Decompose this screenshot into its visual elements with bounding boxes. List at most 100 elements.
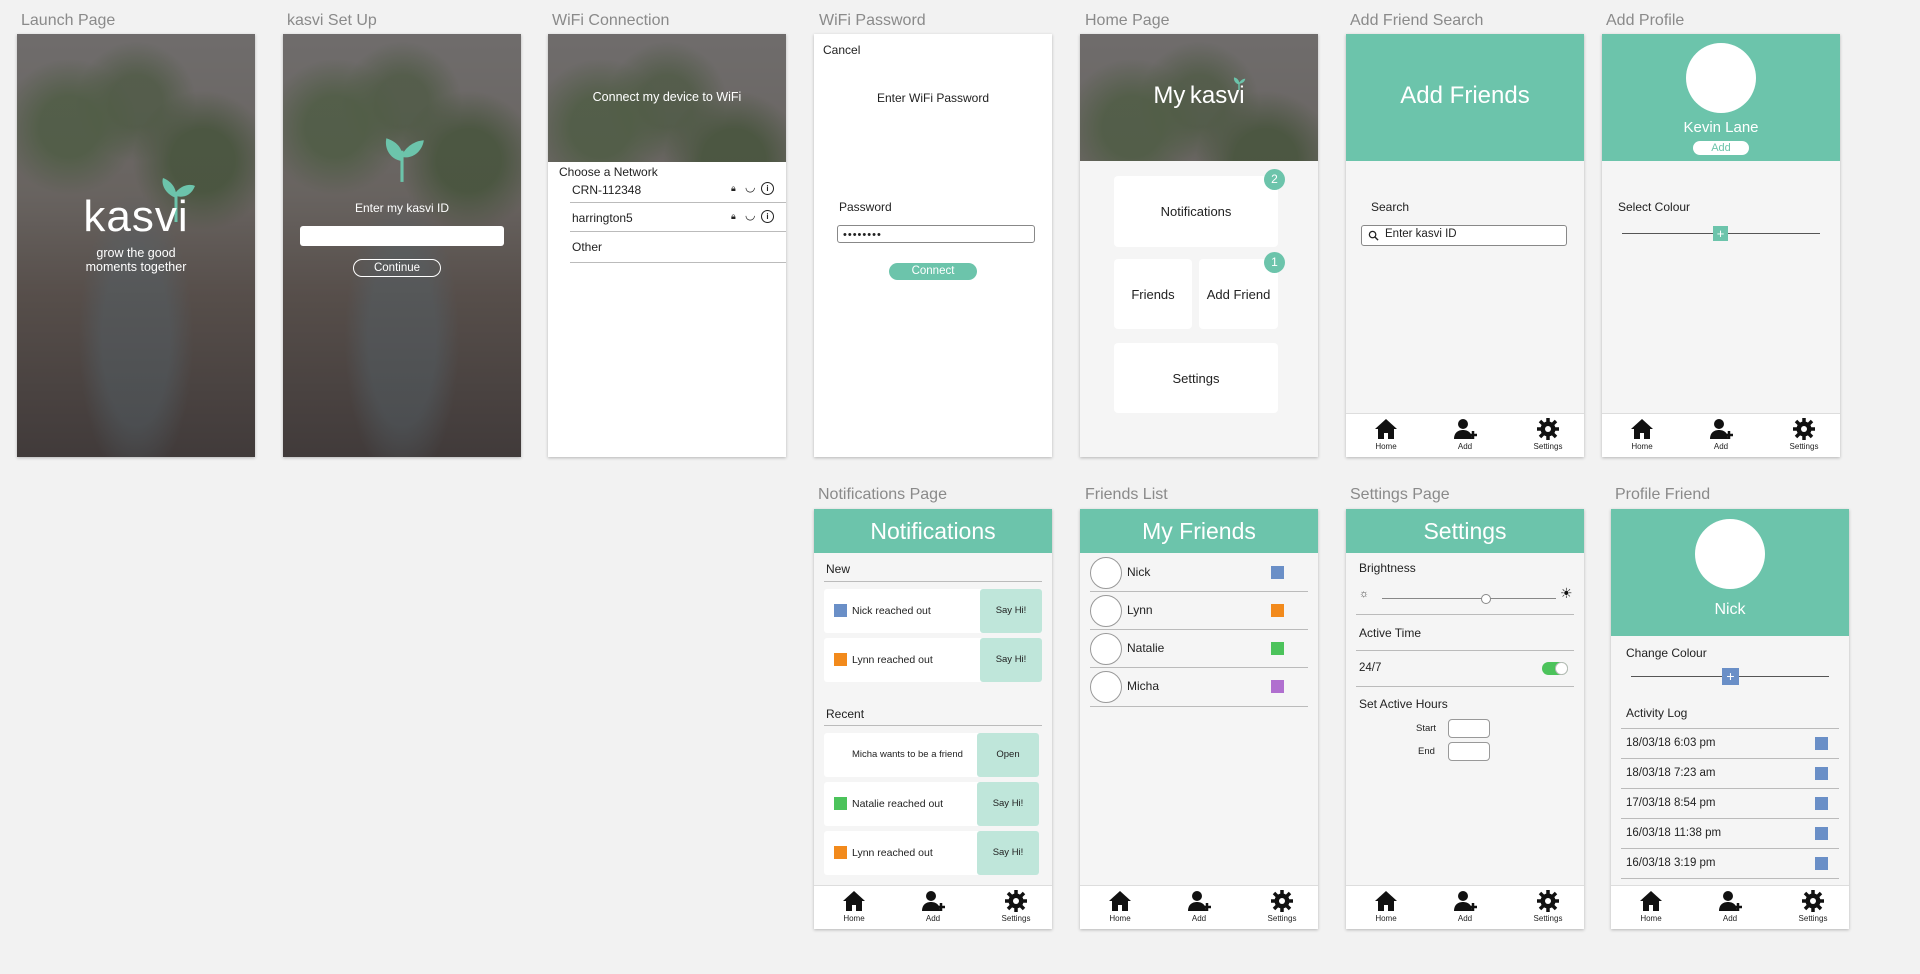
- nav-settings[interactable]: Settings: [1520, 889, 1576, 923]
- start-time-input[interactable]: [1448, 719, 1490, 738]
- say-hi-button[interactable]: Say Hi!: [977, 831, 1039, 875]
- info-icon[interactable]: i: [761, 182, 774, 195]
- brightness-low-icon: ☼: [1359, 588, 1370, 600]
- start-label: Start: [1416, 723, 1437, 734]
- log-color-swatch: [1815, 737, 1828, 750]
- nav-settings[interactable]: Settings: [1776, 417, 1832, 451]
- colour-slider-handle[interactable]: +: [1713, 226, 1728, 241]
- network-row[interactable]: harrington5 🔒︎ ◡ i: [548, 208, 786, 230]
- friend-color-swatch: [834, 653, 847, 666]
- wifi-header: Connect my device to WiFi: [548, 34, 786, 162]
- always-on-toggle[interactable]: [1542, 662, 1568, 675]
- frame-label-wifi: WiFi Connection: [552, 12, 670, 29]
- add-profile-screen: Kevin Lane Add Select Colour + Home Add …: [1602, 34, 1840, 457]
- friend-name: Lynn: [1127, 603, 1153, 617]
- log-timestamp: 18/03/18 6:03 pm: [1626, 737, 1716, 749]
- home-title: My kasvi: [1080, 82, 1318, 110]
- set-active-hours-label: Set Active Hours: [1359, 697, 1448, 711]
- nav-home[interactable]: Home: [1358, 889, 1414, 923]
- log-timestamp: 18/03/18 7:23 am: [1626, 767, 1716, 779]
- nav-settings[interactable]: Settings: [1520, 417, 1576, 451]
- notification-text: Micha wants to be a friend: [852, 749, 963, 760]
- search-field[interactable]: Enter kasvi ID: [1361, 225, 1567, 246]
- leaf-icon: [1233, 77, 1246, 90]
- password-input[interactable]: ••••••••: [837, 225, 1035, 243]
- nav-settings[interactable]: Settings: [1785, 889, 1841, 923]
- nav-home[interactable]: Home: [1092, 889, 1148, 923]
- home-icon: [843, 891, 865, 911]
- kasvi-id-input[interactable]: [300, 226, 504, 246]
- home-icon: [1631, 419, 1653, 439]
- nav-home-label: Home: [1640, 914, 1662, 923]
- colour-slider-handle[interactable]: +: [1722, 668, 1739, 685]
- continue-button[interactable]: Continue: [353, 259, 441, 277]
- frame-label-add-profile: Add Profile: [1606, 12, 1685, 29]
- notifications-card[interactable]: Notifications: [1114, 176, 1278, 247]
- nav-home[interactable]: Home: [826, 889, 882, 923]
- notifications-title: Notifications: [814, 509, 1052, 553]
- nav-settings[interactable]: Settings: [988, 889, 1044, 923]
- nav-settings[interactable]: Settings: [1254, 889, 1310, 923]
- bottom-nav: Home Add Settings: [1080, 885, 1318, 929]
- frame-label-setup: kasvi Set Up: [287, 12, 377, 29]
- nav-home[interactable]: Home: [1614, 417, 1670, 451]
- friend-row[interactable]: Micha: [1080, 668, 1318, 706]
- log-color-swatch: [1815, 797, 1828, 810]
- nav-add[interactable]: Add: [905, 889, 961, 923]
- friend-color-swatch: [1271, 604, 1284, 617]
- new-section-label: New: [826, 562, 851, 576]
- bottom-nav: Home Add Settings: [1346, 885, 1584, 929]
- bottom-nav: Home Add Settings: [1346, 413, 1584, 457]
- nav-home[interactable]: Home: [1623, 889, 1679, 923]
- network-row-other[interactable]: Other: [548, 237, 786, 259]
- settings-card[interactable]: Settings: [1114, 343, 1278, 413]
- network-row[interactable]: CRN-112348 🔒︎ ◡ i: [548, 180, 786, 202]
- search-icon: [1368, 230, 1379, 241]
- frame-label-profile-friend: Profile Friend: [1615, 486, 1711, 503]
- say-hi-button[interactable]: Say Hi!: [980, 589, 1042, 633]
- log-row: 18/03/18 7:23 am: [1611, 759, 1849, 788]
- info-icon[interactable]: i: [761, 210, 774, 223]
- toggle-knob: [1555, 662, 1568, 675]
- nav-home[interactable]: Home: [1358, 417, 1414, 451]
- nav-settings-label: Settings: [1001, 914, 1031, 923]
- friend-row[interactable]: Lynn: [1080, 592, 1318, 630]
- home-header: My kasvi: [1080, 34, 1318, 161]
- nav-add[interactable]: Add: [1693, 417, 1749, 451]
- end-label: End: [1418, 746, 1435, 757]
- open-button[interactable]: Open: [977, 733, 1039, 777]
- home-icon: [1640, 891, 1662, 911]
- friend-row[interactable]: Natalie: [1080, 630, 1318, 668]
- nav-add[interactable]: Add: [1437, 889, 1493, 923]
- search-label: Search: [1371, 200, 1410, 214]
- say-hi-button[interactable]: Say Hi!: [977, 782, 1039, 826]
- nav-add[interactable]: Add: [1171, 889, 1227, 923]
- friends-card[interactable]: Friends: [1114, 259, 1192, 329]
- friend-color-swatch: [834, 604, 847, 617]
- gear-icon: [1802, 890, 1824, 912]
- profile-friend-screen: Nick Change Colour + Activity Log 18/03/…: [1611, 509, 1849, 929]
- nav-home-label: Home: [1375, 442, 1397, 451]
- password-label: Password: [839, 200, 892, 214]
- nav-add[interactable]: Add: [1437, 417, 1493, 451]
- home-screen: My kasvi Notifications 2 Friends Add Fri…: [1080, 34, 1318, 457]
- brightness-slider-handle[interactable]: [1481, 594, 1492, 604]
- nav-settings-label: Settings: [1798, 914, 1828, 923]
- home-icon: [1375, 891, 1397, 911]
- notifications-screen: Notifications New Nick reached out Say H…: [814, 509, 1052, 929]
- say-hi-button[interactable]: Say Hi!: [980, 638, 1042, 682]
- notifications-badge: 2: [1264, 169, 1285, 190]
- connect-button[interactable]: Connect: [889, 263, 977, 280]
- friend-row[interactable]: Nick: [1080, 553, 1318, 591]
- nav-add[interactable]: Add: [1702, 889, 1758, 923]
- log-timestamp: 16/03/18 11:38 pm: [1626, 827, 1722, 839]
- add-user-icon: [1710, 419, 1733, 439]
- avatar: [1686, 43, 1756, 113]
- add-friends-header: Add Friends: [1346, 34, 1584, 161]
- wifi-signal-icon: ◡: [745, 208, 756, 222]
- gear-icon: [1005, 890, 1027, 912]
- add-button[interactable]: Add: [1693, 141, 1749, 155]
- cancel-button[interactable]: Cancel: [823, 43, 860, 57]
- log-row: 18/03/18 6:03 pm: [1611, 729, 1849, 758]
- end-time-input[interactable]: [1448, 742, 1490, 761]
